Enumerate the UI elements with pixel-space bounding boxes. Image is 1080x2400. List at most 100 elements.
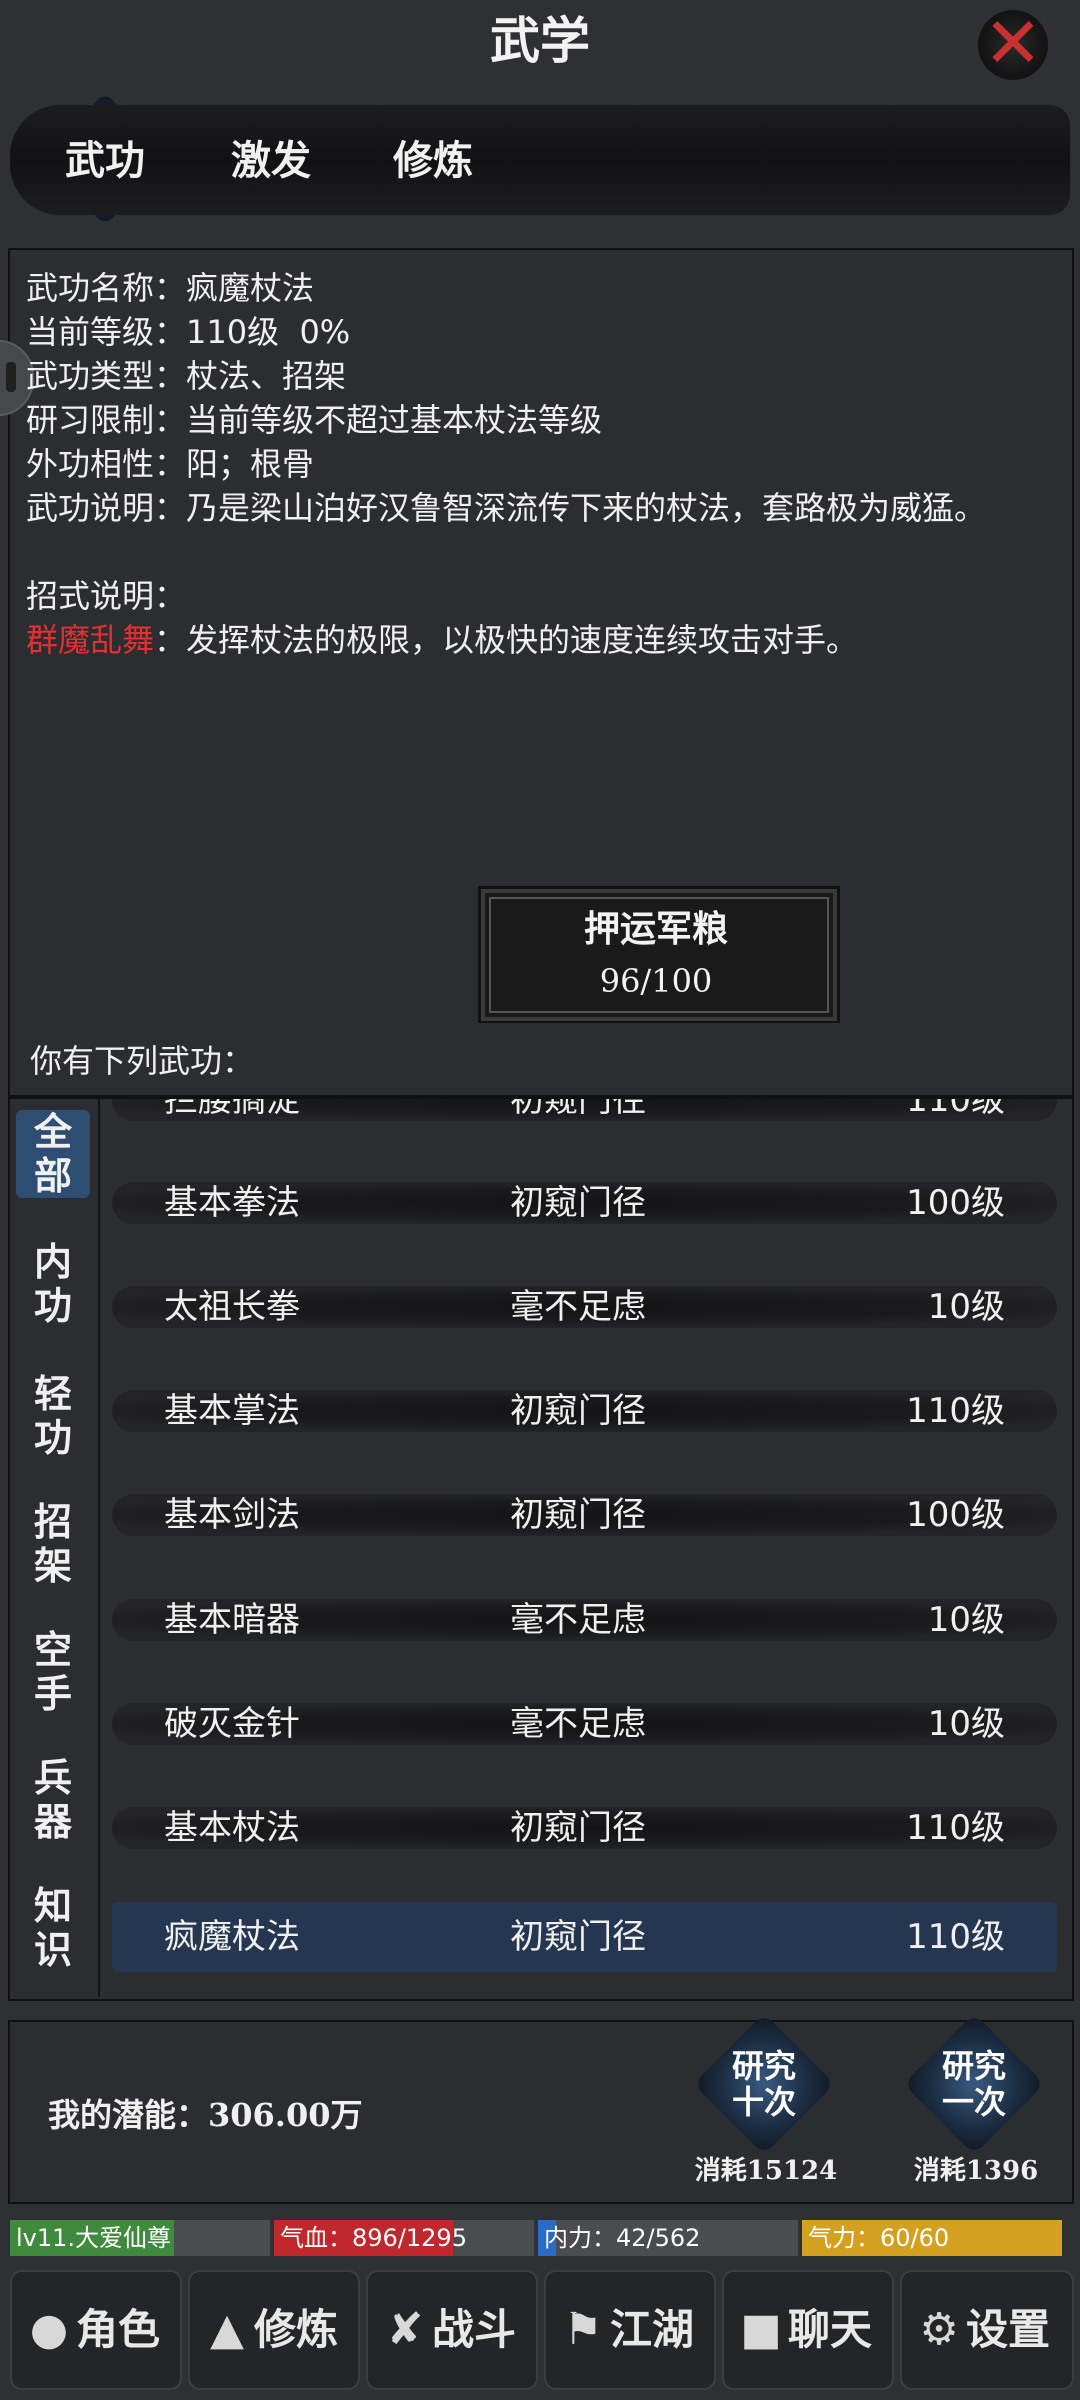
skill-row-stage: 初窥门径 <box>510 1808 646 1848</box>
nav-label: 设置 <box>966 2305 1051 2354</box>
chat-icon: ■ <box>740 2304 782 2355</box>
skill-row-level: 100级 <box>906 1183 1005 1223</box>
research-ten-cost: 消耗15124 <box>694 2156 838 2186</box>
skill-row-level: 10级 <box>927 1600 1005 1640</box>
skill-list-title: 你有下列武功： <box>30 1042 255 1080</box>
skill-row-level: 10级 <box>927 1704 1005 1744</box>
qi-bar-text: 气力：60/60 <box>808 2224 950 2252</box>
gear-icon: ⚙ <box>919 2304 959 2355</box>
skill-row-stage: 初窥门径 <box>510 1183 646 1223</box>
skill-limit-row: 研习限制：当前等级不超过基本杖法等级 <box>26 398 602 442</box>
skill-desc-label: 武功说明： <box>26 489 187 527</box>
skill-row-name: 基本杖法 <box>164 1808 300 1848</box>
skill-level-label: 当前等级： <box>26 313 187 351</box>
list-item[interactable]: 基本拳法 初窥门径 100级 <box>112 1168 1057 1238</box>
person-icon: ● <box>29 2304 69 2355</box>
skill-row-name: 拦腰搁淀 <box>164 1099 300 1120</box>
level-bar-text: lv11.大爱仙尊 <box>16 2224 172 2252</box>
list-item[interactable]: 基本杖法 初窥门径 110级 <box>112 1793 1057 1863</box>
skill-desc-row: 武功说明：乃是梁山泊好汉鲁智深流传下来的杖法，套路极为威猛。 <box>26 486 1036 530</box>
list-item[interactable]: 拦腰搁淀 初窥门径 110级 <box>112 1099 1057 1135</box>
research-one-line2: 一次 <box>941 2083 1006 2121</box>
nav-label: 修炼 <box>254 2305 339 2354</box>
skill-limit-label: 研习限制： <box>26 401 187 439</box>
flag-icon: ⚑ <box>563 2304 603 2355</box>
hp-bar: 气血：896/1295 <box>274 2220 534 2256</box>
nav-label: 战斗 <box>432 2305 517 2354</box>
skill-row-stage: 毫不足虑 <box>510 1287 646 1327</box>
tab-wugong[interactable]: 武功 <box>40 116 170 206</box>
skill-row-name: 破灭金针 <box>164 1704 300 1744</box>
skill-type-value: 杖法、招架 <box>186 357 347 395</box>
research-ten-line1: 研究 <box>731 2047 796 2085</box>
tab-xiulian[interactable]: 修炼 <box>368 116 498 206</box>
list-item[interactable]: 太祖长拳 毫不足虑 10级 <box>112 1272 1057 1342</box>
research-one-line1: 研究 <box>941 2047 1006 2085</box>
skill-row-name: 基本剑法 <box>164 1495 300 1535</box>
nav-chat[interactable]: ■ 聊天 <box>722 2270 894 2390</box>
skill-row-name: 基本掌法 <box>164 1391 300 1431</box>
skill-row-stage: 初窥门径 <box>510 1917 646 1957</box>
qi-bar: 气力：60/60 <box>802 2220 1062 2256</box>
skill-row-stage: 初窥门径 <box>510 1391 646 1431</box>
list-item[interactable]: 基本暗器 毫不足虑 10级 <box>112 1585 1057 1655</box>
skill-desc-value: 乃是梁山泊好汉鲁智深流传下来的杖法，套路极为威猛。 <box>186 489 987 527</box>
skill-moves-label: 招式说明： <box>26 577 187 615</box>
skill-type-row: 武功类型：杖法、招架 <box>26 354 346 398</box>
skill-name-row: 武功名称：疯魔杖法 <box>26 266 314 310</box>
skill-row-level: 110级 <box>906 1099 1005 1120</box>
list-item[interactable]: 基本掌法 初窥门径 110级 <box>112 1376 1057 1446</box>
skill-row-name: 基本暗器 <box>164 1600 300 1640</box>
list-item[interactable]: 破灭金针 毫不足虑 10级 <box>112 1689 1057 1759</box>
skill-type-label: 武功类型： <box>26 357 187 395</box>
skill-affinity-value: 阳；根骨 <box>186 445 315 483</box>
skill-row-name: 太祖长拳 <box>164 1287 300 1327</box>
move-desc: ：发挥杖法的极限，以极快的速度连续攻击对手。 <box>154 621 859 659</box>
tab-jifa[interactable]: 激发 <box>206 116 336 206</box>
list-item-selected[interactable]: 疯魔杖法 初窥门径 110级 <box>112 1902 1057 1972</box>
skill-name-value: 疯魔杖法 <box>186 269 315 307</box>
nav-settings[interactable]: ⚙ 设置 <box>900 2270 1074 2390</box>
skill-row-level: 100级 <box>906 1495 1005 1535</box>
skill-row-stage: 初窥门径 <box>510 1099 646 1120</box>
close-icon[interactable]: ✕ <box>978 8 1048 80</box>
level-bar: lv11.大爱仙尊 <box>10 2220 270 2256</box>
skill-move-row: 群魔乱舞：发挥杖法的极限，以极快的速度连续攻击对手。 <box>26 618 858 662</box>
skill-limit-value: 当前等级不超过基本杖法等级 <box>186 401 603 439</box>
research-one-label: 研究 一次 <box>914 2048 1034 2120</box>
nav-jianghu[interactable]: ⚑ 江湖 <box>544 2270 716 2390</box>
hp-bar-text: 气血：896/1295 <box>280 2224 467 2252</box>
nav-label: 江湖 <box>610 2305 695 2354</box>
sword-icon: ✘ <box>386 2304 424 2355</box>
mp-bar: 内力：42/562 <box>538 2220 798 2256</box>
skill-name-label: 武功名称： <box>26 269 187 307</box>
skill-affinity-row: 外功相性：阳；根骨 <box>26 442 314 486</box>
move-name: 群魔乱舞 <box>26 621 155 659</box>
skill-affinity-label: 外功相性： <box>26 445 187 483</box>
mp-bar-text: 内力：42/562 <box>544 2224 701 2252</box>
nav-cultivate[interactable]: ▲ 修炼 <box>188 2270 360 2390</box>
skill-level-value: 110级 0% <box>186 313 351 351</box>
skill-row-stage: 毫不足虑 <box>510 1600 646 1640</box>
meditation-icon: ▲ <box>210 2304 244 2355</box>
list-item[interactable]: 基本剑法 初窥门径 100级 <box>112 1480 1057 1550</box>
task-name: 押运军粮 <box>583 908 728 950</box>
nav-character[interactable]: ● 角色 <box>10 2270 182 2390</box>
skill-row-stage: 毫不足虑 <box>510 1704 646 1744</box>
skill-row-level: 10级 <box>927 1287 1005 1327</box>
skill-level-row: 当前等级：110级 0% <box>26 310 350 354</box>
nav-label: 聊天 <box>788 2305 873 2354</box>
skill-row-level: 110级 <box>906 1808 1005 1848</box>
skill-row-name: 疯魔杖法 <box>164 1917 300 1957</box>
research-ten-line2: 十次 <box>731 2083 796 2121</box>
page-title: 武学 <box>490 11 590 70</box>
skill-row-name: 基本拳法 <box>164 1183 300 1223</box>
research-ten-label: 研究 十次 <box>704 2048 824 2120</box>
task-progress: 96/100 <box>599 962 713 1000</box>
skill-row-stage: 初窥门径 <box>510 1495 646 1535</box>
nav-label: 角色 <box>76 2305 161 2354</box>
skill-row-level: 110级 <box>906 1917 1005 1957</box>
skill-rows-viewport: 拦腰搁淀 初窥门径 110级 基本拳法 初窥门径 100级 太祖长拳 毫不足虑 … <box>0 1099 1080 1995</box>
research-one-cost: 消耗1396 <box>913 2156 1039 2186</box>
nav-battle[interactable]: ✘ 战斗 <box>366 2270 538 2390</box>
